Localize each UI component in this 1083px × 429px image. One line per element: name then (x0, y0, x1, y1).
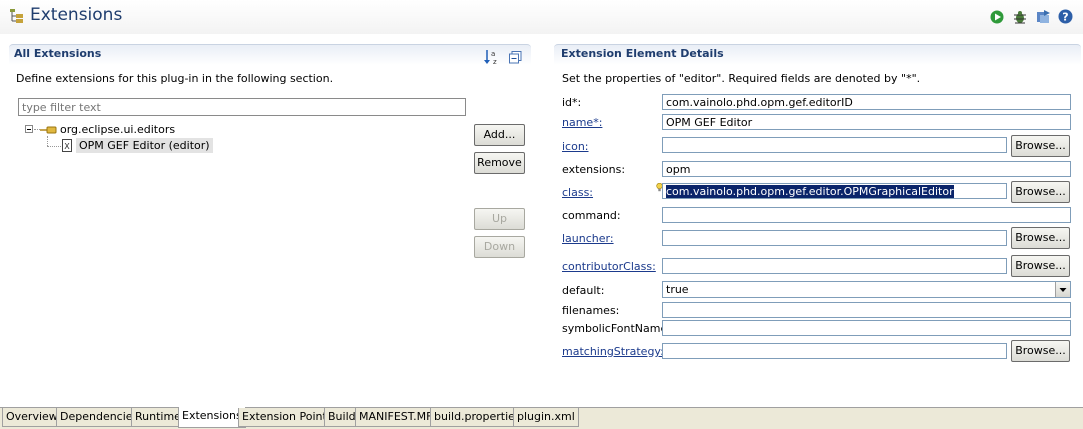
contributor-class-browse-button[interactable]: Browse... (1011, 255, 1070, 277)
command-label: command: (562, 209, 621, 222)
contributor-class-field[interactable] (662, 258, 1007, 274)
tab-extension-points[interactable]: Extension Points (238, 408, 337, 427)
svg-text:?: ? (1062, 11, 1068, 24)
icon-field[interactable] (662, 137, 1007, 153)
editor-header (0, 0, 1083, 34)
matching-strategy-field[interactable] (662, 343, 1007, 359)
class-browse-button[interactable]: Browse... (1011, 181, 1070, 203)
default-select-value: true (666, 283, 689, 296)
help-icon[interactable]: ? (1058, 9, 1073, 27)
id-field[interactable]: com.vainolo.phd.opm.gef.editorID (662, 94, 1071, 110)
editor-element-icon: X (62, 139, 72, 155)
debug-icon[interactable] (1012, 9, 1028, 28)
launcher-field[interactable] (662, 230, 1007, 246)
filter-input[interactable] (18, 98, 466, 116)
all-extensions-title: All Extensions (14, 47, 102, 60)
symbolic-font-name-label: symbolicFontName: (562, 322, 671, 335)
id-label: id*: (562, 96, 582, 109)
page-title: Extensions (30, 5, 123, 25)
default-label: default: (562, 284, 605, 297)
tab-runtime[interactable]: Runtime (131, 408, 185, 427)
tab-plugin-xml[interactable]: plugin.xml (513, 408, 579, 427)
all-extensions-description: Define extensions for this plug-in in th… (16, 72, 334, 85)
filenames-field[interactable] (662, 302, 1071, 318)
icon-browse-button[interactable]: Browse... (1011, 135, 1070, 157)
filenames-label: filenames: (562, 304, 620, 317)
launcher-browse-button[interactable]: Browse... (1011, 227, 1070, 249)
down-button[interactable]: Down (474, 236, 525, 258)
command-field[interactable] (662, 207, 1071, 223)
default-select[interactable]: true (662, 281, 1071, 298)
up-button[interactable]: Up (474, 208, 525, 230)
matching-strategy-browse-button[interactable]: Browse... (1011, 340, 1070, 362)
class-link[interactable]: class: (562, 186, 593, 199)
details-title: Extension Element Details (561, 47, 724, 60)
extensions-icon (9, 8, 25, 27)
icon-link[interactable]: icon: (562, 140, 589, 153)
tab-overview[interactable]: Overview (2, 408, 62, 427)
export-icon[interactable] (1035, 9, 1051, 28)
tree-collapse-toggle[interactable] (25, 125, 33, 133)
extensions-field[interactable]: opm (662, 161, 1071, 177)
collapse-all-icon[interactable] (509, 51, 522, 67)
contributor-class-link[interactable]: contributorClass: (562, 260, 656, 273)
symbolic-font-name-field[interactable] (662, 320, 1071, 336)
tab-dependencies[interactable]: Dependencies (56, 408, 143, 427)
svg-text:a: a (491, 50, 495, 58)
add-button[interactable]: Add... (474, 124, 525, 146)
name-link[interactable]: name*: (562, 116, 602, 129)
remove-button[interactable]: Remove (474, 152, 525, 174)
tree-item-child[interactable]: OPM GEF Editor (editor) (76, 138, 213, 153)
class-field[interactable]: com.vainolo.phd.opm.gef.editor.OPMGraphi… (662, 183, 1007, 199)
tree-item-root[interactable]: org.eclipse.ui.editors (60, 123, 175, 136)
extensions-label: extensions: (562, 163, 626, 176)
class-value-selected: com.vainolo.phd.opm.gef.editor.OPMGraphi… (666, 185, 954, 198)
tab-build-properties[interactable]: build.properties (430, 408, 525, 427)
tree-connector (47, 136, 48, 146)
name-field[interactable]: OPM GEF Editor (662, 114, 1071, 130)
tree-connector (47, 146, 61, 147)
matching-strategy-link[interactable]: matchingStrategy: (562, 345, 664, 358)
chevron-down-icon[interactable] (1055, 282, 1070, 297)
tab-manifest-mf[interactable]: MANIFEST.MF (355, 408, 437, 427)
extension-point-icon (40, 124, 58, 139)
launcher-link[interactable]: launcher: (562, 232, 614, 245)
run-icon[interactable] (990, 10, 1004, 27)
svg-text:z: z (493, 58, 497, 65)
svg-text:X: X (64, 142, 70, 151)
tab-extensions[interactable]: Extensions (178, 407, 246, 428)
sort-alpha-icon[interactable]: az (484, 49, 500, 68)
details-description: Set the properties of "editor". Required… (562, 72, 921, 85)
extensions-tree (18, 118, 466, 388)
